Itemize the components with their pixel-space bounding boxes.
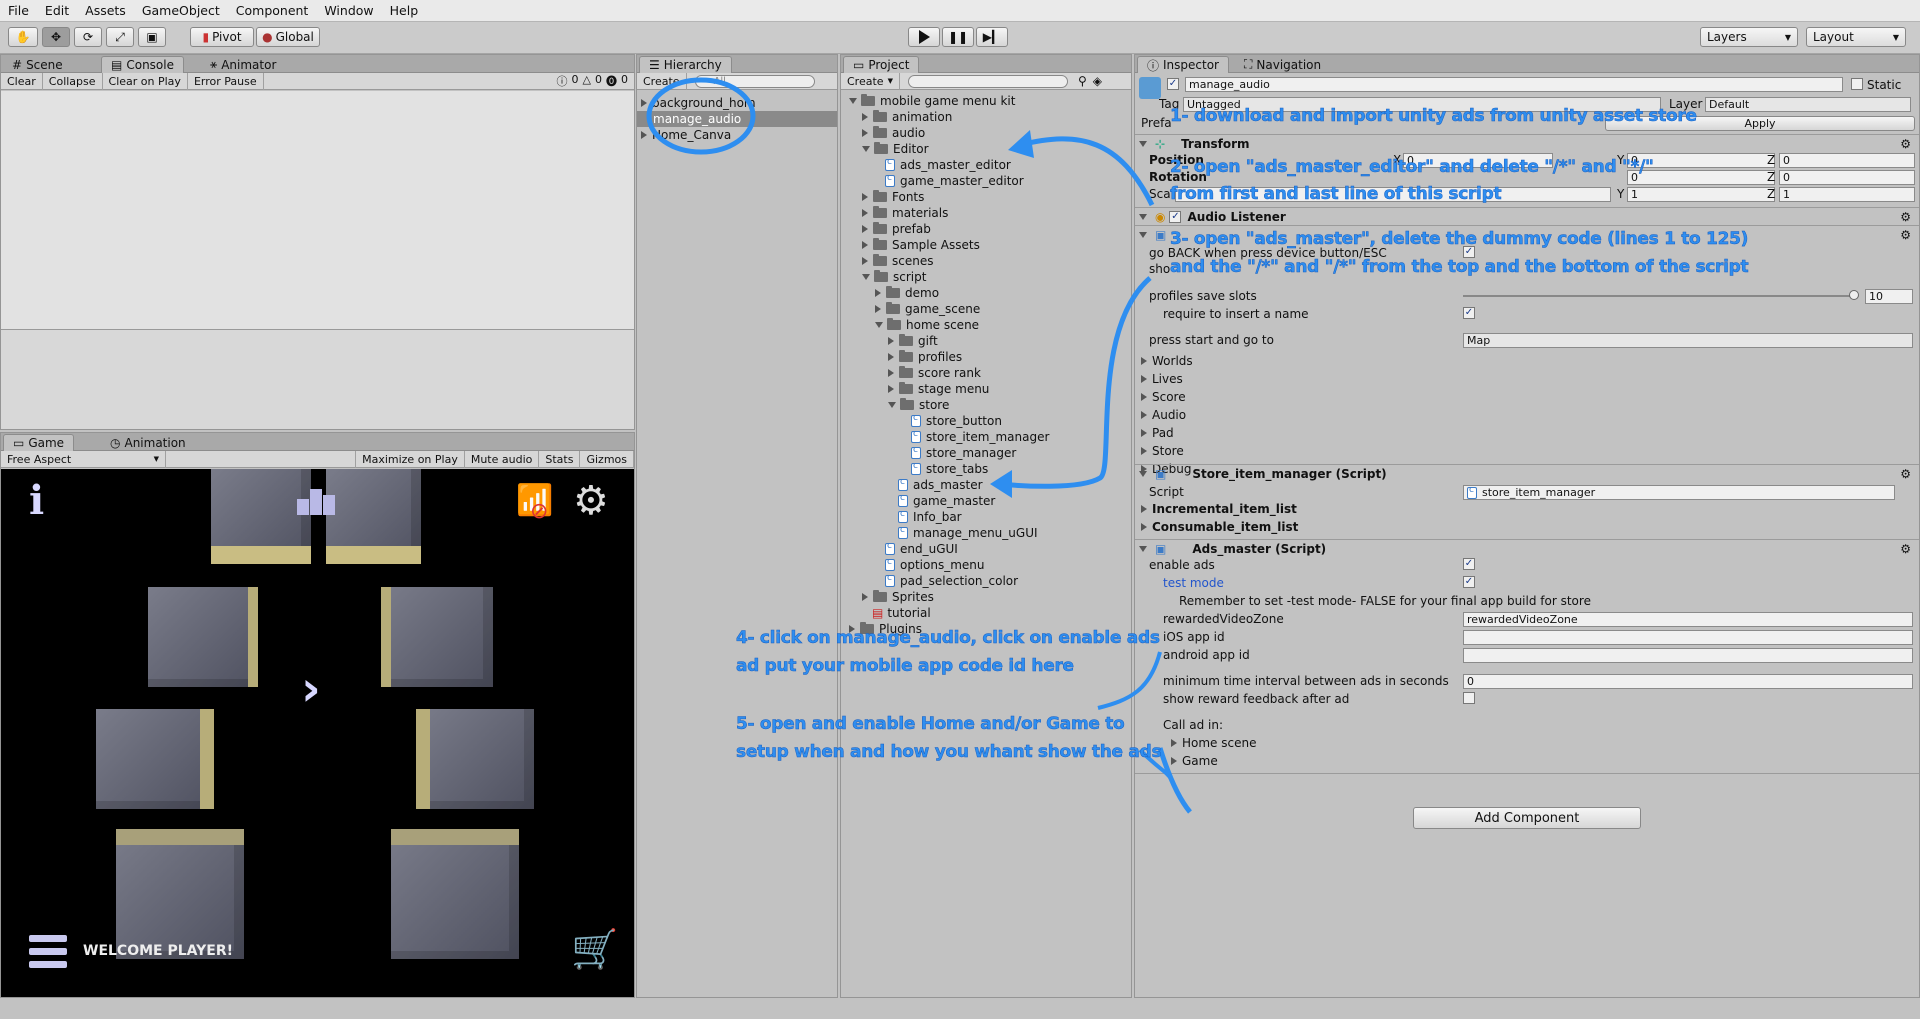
annotation-step-2a: 2- open "ads_master_editor" and delete "…: [1170, 157, 1654, 178]
annotation-step-3a: 3- open "ads_master", delete the dummy c…: [1170, 229, 1749, 250]
annotation-step-1: 1- download and import unity ads from un…: [1170, 106, 1698, 127]
annotation-step-5b: setup when and how you whant show the ad…: [736, 742, 1162, 763]
annotation-step-3b: and the "/*" and "/*" from the top and t…: [1170, 257, 1749, 278]
annotation-step-4b: ad put your mobile app code id here: [736, 656, 1075, 677]
annotation-step-2b: from first and last line of this script: [1170, 184, 1502, 205]
annotation-step-4a: 4- click on manage_audio, click on enabl…: [736, 628, 1160, 649]
annotation-step-5a: 5- open and enable Home and/or Game to: [736, 714, 1125, 735]
annotation-arrows: [990, 130, 1192, 814]
